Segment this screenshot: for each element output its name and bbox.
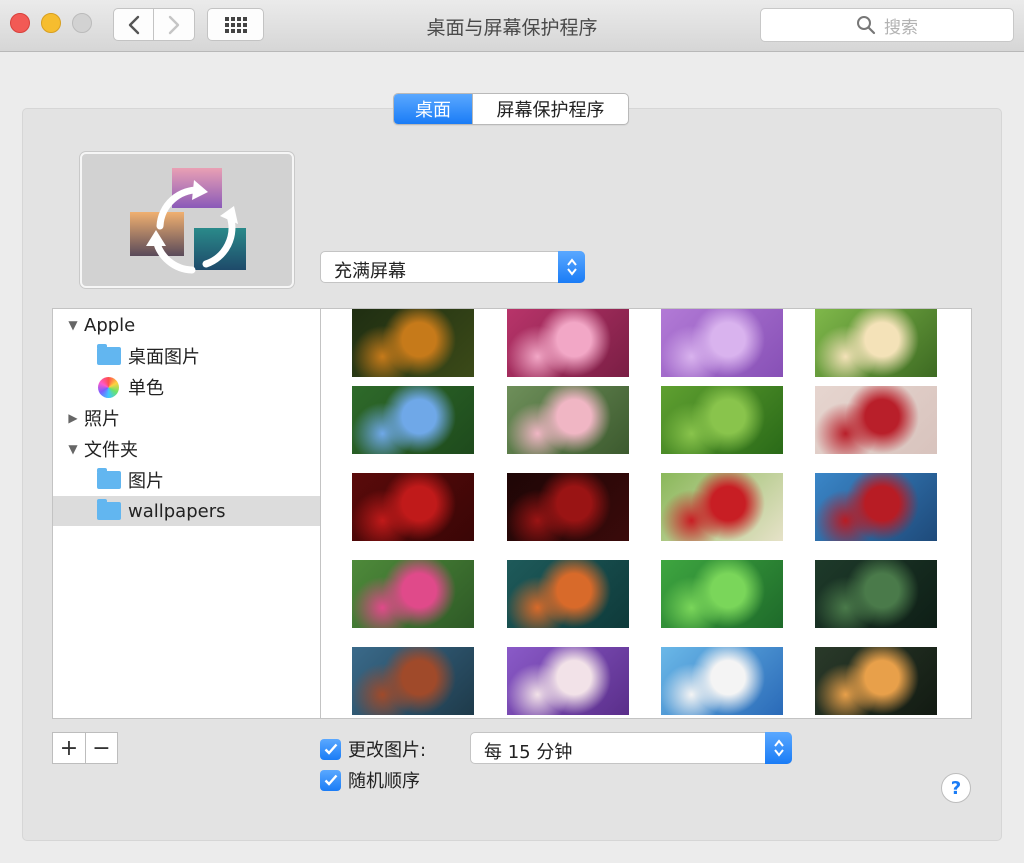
title-bar: 桌面与屏幕保护程序 搜索 [0,0,1024,52]
forest-branch-thumb[interactable] [815,560,937,628]
color-wheel-icon [98,376,119,398]
search-placeholder: 搜索 [884,17,918,38]
sidebar-item-pictures[interactable]: 图片 [53,465,320,495]
sidebar-item-label: 图片 [128,471,164,492]
red-rose-blue-thumb[interactable] [815,473,937,541]
fill-mode-value: 充满屏幕 [334,261,406,282]
add-folder-button[interactable]: + [53,733,85,763]
sidebar-item-folders[interactable]: ▼ 文件夹 [53,434,320,464]
orange-flower-thumb[interactable] [352,309,474,377]
wallpaper-grid [321,308,972,719]
branch-bokeh-thumb[interactable] [352,647,474,715]
sidebar-item-label: 文件夹 [84,440,138,461]
checkmark-icon [324,774,337,786]
help-button[interactable]: ? [941,773,971,803]
sidebar-item-label: 照片 [84,409,120,430]
blue-hydrangea-thumb[interactable] [352,386,474,454]
disclosure-expanded-icon: ▼ [68,318,78,332]
sidebar-item-label: 单色 [128,378,164,399]
lilac-hydrangea-thumb[interactable] [661,309,783,377]
sidebar-item-desktop-pictures[interactable]: 桌面图片 [53,341,320,371]
plumeria-thumb[interactable] [815,309,937,377]
disclosure-collapsed-icon: ▶ [68,411,78,425]
change-picture-checkbox[interactable] [320,738,341,760]
remove-folder-button[interactable]: − [85,733,117,763]
popup-arrows-icon [765,732,792,764]
add-remove-control: + − [52,732,118,764]
sidebar-item-label: 桌面图片 [128,347,200,368]
rotating-pictures-icon [130,168,246,274]
random-order-row: 随机顺序 [320,767,420,793]
search-field[interactable]: 搜索 [760,8,1014,42]
change-picture-label: 更改图片: [348,740,427,761]
sidebar-item-photos[interactable]: ▶ 照片 [53,403,320,433]
tab-bar: 桌面 屏幕保护程序 [393,93,629,125]
green-leaves-thumb[interactable] [661,560,783,628]
random-order-checkbox[interactable] [320,769,341,791]
forget-me-not-thumb[interactable] [661,386,783,454]
search-icon [857,16,876,35]
rose-petals-dark-thumb[interactable] [507,473,629,541]
source-list: ▼ Apple 桌面图片 单色 ▶ 照片 ▼ 文件夹 图片 wallpapers [52,308,321,719]
red-roses-thumb[interactable] [352,473,474,541]
tulip-bouquet-thumb[interactable] [507,647,629,715]
popup-arrows-icon [558,251,585,283]
change-picture-row: 更改图片: [320,736,426,762]
change-interval-value: 每 15 分钟 [484,742,573,763]
fill-mode-popup[interactable]: 充满屏幕 [320,251,585,283]
tab-screen-saver[interactable]: 屏幕保护程序 [472,94,628,124]
sidebar-item-label: Apple [84,314,136,336]
sidebar-item-apple[interactable]: ▼ Apple [53,310,320,340]
roses-on-grass-thumb[interactable] [661,473,783,541]
autumn-leaves-thumb[interactable] [507,560,629,628]
sidebar-item-label: wallpapers [128,500,226,522]
current-desktop-preview [80,152,294,288]
sidebar-item-wallpapers[interactable]: wallpapers [53,496,320,526]
tab-desktop[interactable]: 桌面 [394,94,472,124]
snow-coast-thumb[interactable] [661,647,783,715]
pink-blossom-thumb[interactable] [507,386,629,454]
folder-icon [97,344,121,365]
disclosure-expanded-icon: ▼ [68,442,78,456]
pictures-folder-icon [97,468,121,489]
pink-flower-thumb[interactable] [507,309,629,377]
pink-rose-bouquet-thumb[interactable] [352,560,474,628]
change-interval-popup[interactable]: 每 15 分钟 [470,732,792,764]
random-order-label: 随机顺序 [348,771,420,792]
folder-icon [97,499,121,520]
checkmark-icon [324,743,337,755]
rose-on-table-thumb[interactable] [815,386,937,454]
forest-sunlight-thumb[interactable] [815,647,937,715]
sidebar-item-solid-colors[interactable]: 单色 [53,372,320,402]
